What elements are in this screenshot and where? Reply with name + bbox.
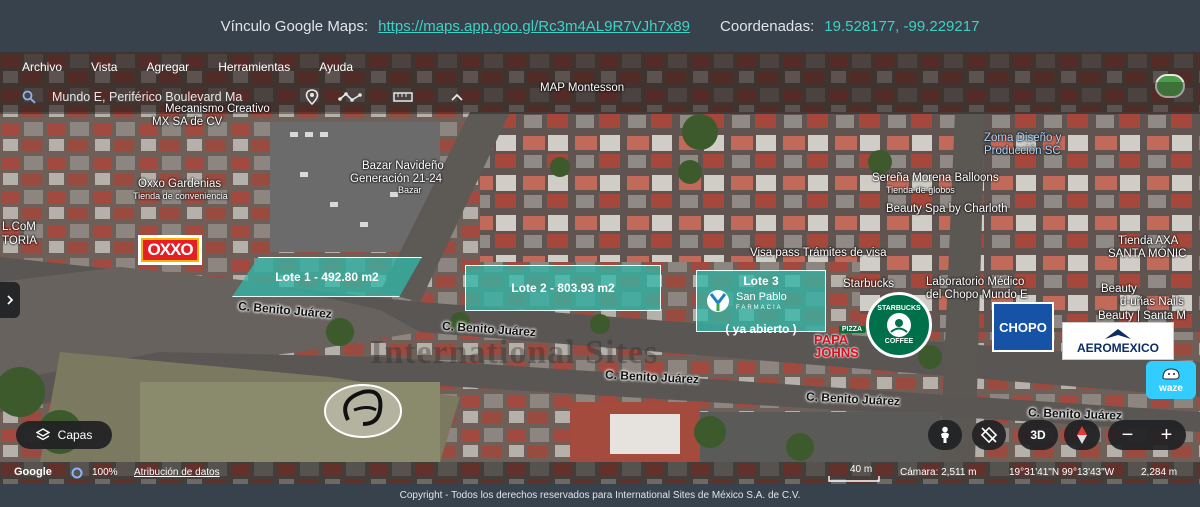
google-earth-view[interactable]: Archivo Vista Agregar Herramientas Ayuda… <box>0 52 1200 484</box>
search-icon[interactable] <box>22 90 36 104</box>
place-tienda-axa: Tienda AXA <box>1118 235 1179 247</box>
scale-label: 40 m <box>850 464 873 475</box>
san-pablo-icon <box>707 290 729 312</box>
maps-link-label: Vínculo Google Maps: <box>220 17 369 35</box>
google-logo: Google <box>14 466 52 478</box>
waze-icon <box>1162 367 1180 379</box>
chevron-right-icon <box>7 295 14 305</box>
menu-vista[interactable]: Vista <box>91 60 117 74</box>
aeromexico-eagle-icon <box>1105 329 1131 339</box>
layers-icon <box>35 428 50 441</box>
papa-johns-logo: PIZZA PAPA JOHNS <box>814 325 890 359</box>
zoom-in-button[interactable]: + <box>1161 424 1173 447</box>
3d-button[interactable]: 3D <box>1018 420 1058 450</box>
place-visa: Visa pass Trámites de visa <box>750 247 887 259</box>
place-oxxo-gardenias: Oxxo Gardenias <box>138 178 222 190</box>
coordinates-label: Coordenadas: <box>720 17 815 35</box>
place-tienda-conveniencia: Tienda de conveniencia <box>133 191 228 201</box>
place-unas: d-uñas Nails <box>1120 296 1184 308</box>
search-input[interactable]: Mundo E, Periférico Boulevard Ma <box>52 90 242 104</box>
place-starbucks: Starbucks <box>843 278 895 290</box>
farmacia-label: FARMACIA <box>736 304 783 311</box>
maps-link[interactable]: https://maps.app.goo.gl/Rc3m4AL9R7VJh7x8… <box>378 18 690 35</box>
zoom-percent: 100% <box>92 467 118 478</box>
aeromexico-name: AEROMEXICO <box>1076 341 1159 355</box>
place-zoma-2: Producción SC <box>984 145 1061 157</box>
starbucks-logo-top: STARBUCKS <box>877 305 921 312</box>
place-bazar-3: Bazar <box>398 185 422 195</box>
menu-herramientas[interactable]: Herramientas <box>218 60 290 74</box>
place-mecanismo: Mecanismo Creativo <box>165 103 270 115</box>
place-beauty-2: Beauty | Santa M <box>1098 310 1187 322</box>
place-lab-1: Laboratorio Médico <box>926 276 1025 288</box>
place-com: L.CoM <box>2 221 36 233</box>
place-lab-2: del Chopo Mundo E <box>926 289 1028 301</box>
tilt-icon <box>980 426 998 444</box>
place-santa-monica: SANTA MÓNIC <box>1108 248 1187 260</box>
place-bazar-2: Generación 21-24 <box>350 173 443 185</box>
page: Vínculo Google Maps: https://maps.app.go… <box>0 0 1200 507</box>
layers-label: Capas <box>57 428 93 442</box>
zoom-controls: − + <box>1108 420 1186 450</box>
scale-bar <box>828 476 880 482</box>
place-toria: TORIA <box>2 235 37 247</box>
place-zoma-1: Zoma Diseño y <box>984 132 1062 144</box>
position-coordinates: 19°31'41"N 99°13'43"W <box>1009 467 1115 478</box>
path-icon[interactable] <box>338 91 362 103</box>
elevation: 2,284 m <box>1141 467 1178 478</box>
lot-2[interactable]: Lote 2 - 803.93 m2 <box>465 265 661 311</box>
pegman-icon <box>941 426 949 443</box>
aeromexico-logo: AEROMEXICO <box>1062 322 1174 360</box>
place-mx-sa: MX SA de CV <box>152 116 223 128</box>
compass-button[interactable] <box>1064 420 1100 450</box>
layers-button[interactable]: Capas <box>16 421 112 449</box>
zoom-out-button[interactable]: − <box>1122 424 1134 447</box>
waze-button[interactable]: waze <box>1146 361 1196 399</box>
chevron-up-icon[interactable] <box>450 92 464 102</box>
earth-menu-bar: Archivo Vista Agregar Herramientas Ayuda <box>0 52 1200 82</box>
san-pablo-logo: San Pablo FARMACIA <box>704 289 822 313</box>
status-bar: Google 100% Atribución de datos 40 m Cám… <box>0 462 1200 484</box>
pin-icon[interactable] <box>305 89 319 105</box>
lot-3-title: Lote 3 <box>743 274 779 288</box>
place-beauty-spa: Beauty Spa by Charloth <box>886 203 1008 215</box>
info-header: Vínculo Google Maps: https://maps.app.go… <box>0 0 1200 52</box>
street-view-button[interactable] <box>928 420 962 450</box>
watermark-text: International Sites <box>370 334 659 371</box>
menu-ayuda[interactable]: Ayuda <box>319 60 353 74</box>
compass-icon <box>1077 426 1087 444</box>
loading-ring-icon <box>71 467 83 479</box>
place-map-montesson: MAP Montesson <box>540 82 625 94</box>
san-pablo-name: San Pablo <box>736 290 787 303</box>
menu-agregar[interactable]: Agregar <box>146 60 189 74</box>
menu-archivo[interactable]: Archivo <box>22 60 62 74</box>
attribution-link[interactable]: Atribución de datos <box>134 467 220 478</box>
tilt-button[interactable] <box>972 420 1006 450</box>
waze-label: waze <box>1159 382 1183 394</box>
place-beauty-1: Beauty <box>1101 283 1137 295</box>
oxxo-logo: OXXO <box>138 235 202 265</box>
place-tienda-globos: Tienda de globos <box>886 185 955 195</box>
camera-altitude: Cámara: 2,511 m <box>900 467 977 478</box>
place-serena: Sereña Morena Balloons <box>872 172 999 184</box>
lot-3-status: ( ya abierto ) <box>725 322 797 336</box>
place-bazar-1: Bazar Navideño <box>362 160 444 172</box>
side-panel-toggle[interactable] <box>0 282 20 318</box>
copyright-footer: Copyright - Todos los derechos reservado… <box>0 484 1200 507</box>
chopo-logo: CHOPO <box>992 302 1054 352</box>
coordinates-value: 19.528177, -99.229217 <box>824 17 980 35</box>
decorative-logo <box>324 384 402 438</box>
ruler-icon[interactable] <box>393 91 413 103</box>
lot-1[interactable]: Lote 1 - 492.80 m2 <box>232 257 422 297</box>
papa-johns-name: PAPA JOHNS <box>814 331 859 360</box>
